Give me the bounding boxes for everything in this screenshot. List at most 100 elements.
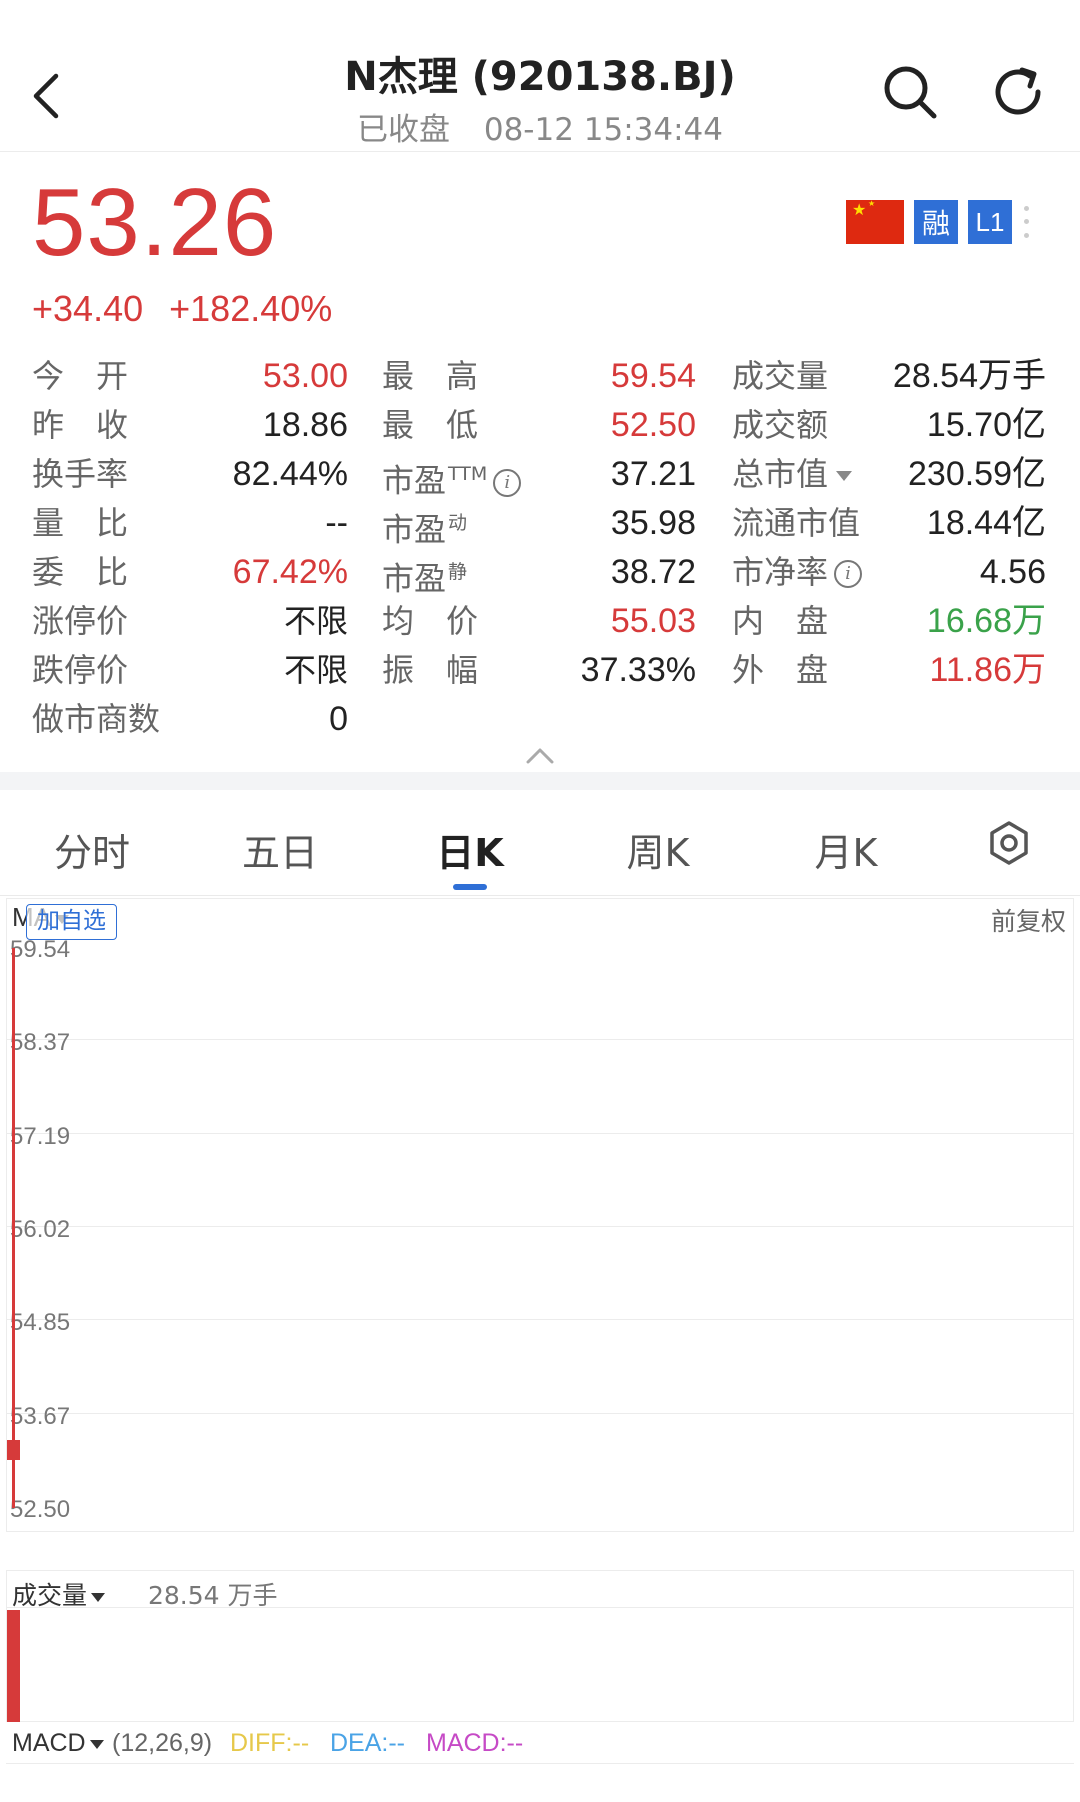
macd-macd-value: MACD:-- <box>426 1729 524 1757</box>
stat-value: 53.00 <box>262 357 348 395</box>
stats-row: 委 比 67.42% 市盈静 38.72 市净率 i 4.56 <box>0 548 1080 598</box>
china-flag-icon: ★ ★ <box>846 200 904 244</box>
stat-label: 换手率 <box>32 450 128 499</box>
stat-value: 16.68万 <box>926 602 1046 640</box>
section-divider <box>0 772 1080 790</box>
stat-value: 230.59亿 <box>908 455 1046 493</box>
tab-2[interactable]: 日K <box>400 822 540 877</box>
price-adjust-selector[interactable]: 前复权 <box>991 902 1066 938</box>
tab-4[interactable]: 月K <box>776 822 916 877</box>
y-axis-label: 56.02 <box>10 1216 71 1243</box>
macd-indicator-selector[interactable]: MACD <box>12 1722 104 1764</box>
stat-value: 55.03 <box>610 602 696 640</box>
chart-period-tabs <box>0 790 1080 896</box>
stat-label-text: 涨停价 <box>32 602 129 640</box>
caret-down-icon[interactable] <box>836 471 853 481</box>
stat-label: 委 比 <box>32 548 128 597</box>
grid-line <box>6 1412 1074 1414</box>
quote-timestamp: 08-12 15:34:44 <box>483 112 724 148</box>
grid-line <box>6 1039 1074 1041</box>
y-axis-label: 53.67 <box>10 1402 71 1430</box>
volume-bar <box>7 1610 20 1722</box>
stat-label-text: 最 高 <box>382 357 479 395</box>
y-axis-label: 57.19 <box>10 1122 71 1150</box>
stat-label-text: 均 价 <box>382 602 479 640</box>
candle-body[interactable] <box>7 1439 20 1461</box>
stat-value: 18.86 <box>262 406 348 444</box>
stats-row: 做市商数 0 <box>0 695 1080 744</box>
stat-label: 昨 收 <box>32 401 128 450</box>
tab-0[interactable]: 分时 <box>22 822 162 877</box>
info-icon[interactable]: i <box>834 560 863 588</box>
stat-label: 市盈 TTM i <box>382 450 522 506</box>
stats-row: 跌停价 不限振 幅 37.33% 外 盘 11.86万 <box>0 646 1080 695</box>
grid-line <box>6 1132 1074 1134</box>
level1-badge[interactable]: L1 <box>968 200 1012 244</box>
stat-label: 均 价 <box>382 597 478 646</box>
stat-value: 15.70亿 <box>926 406 1046 444</box>
stat-value: 37.21 <box>610 455 696 493</box>
search-icon[interactable] <box>880 62 940 122</box>
pe-type-superscript: 静 <box>448 561 468 583</box>
stat-label-text: 振 幅 <box>382 651 479 689</box>
stat-label-text: 委 比 <box>32 553 129 591</box>
more-vertical-icon[interactable] <box>1022 202 1030 242</box>
stat-label-text: 成交量 <box>732 357 829 395</box>
stat-label-text: 市净率 <box>732 553 829 591</box>
pe-type-superscript: 动 <box>448 512 468 534</box>
stat-label-text: 昨 收 <box>32 406 129 444</box>
stat-label: 做市商数 <box>32 695 160 744</box>
stat-value: 11.86万 <box>929 651 1046 689</box>
stats-row: 换手率 82.44% 市盈 TTM i 37.21 总市值 230.59亿 <box>0 450 1080 500</box>
caret-down-icon <box>91 1592 106 1602</box>
info-icon[interactable]: i <box>493 468 522 497</box>
tab-3[interactable]: 周K <box>588 822 728 877</box>
macd-panel-header: MACD (12,26,9) DIFF:-- DEA:-- MACD:-- <box>6 1722 1074 1764</box>
stat-label-text: 流通市值 <box>732 504 861 542</box>
top-nav-bar: N杰理 (920138.BJ) 已收盘 08-12 15:34:44 <box>0 0 1080 152</box>
stat-label-text: 市盈 <box>382 510 447 549</box>
stat-label: 振 幅 <box>382 646 478 695</box>
refresh-icon[interactable] <box>990 62 1050 122</box>
volume-indicator-selector[interactable]: 成交量 <box>12 1576 106 1612</box>
settings-hexagon-icon[interactable] <box>986 820 1032 866</box>
stat-label: 涨停价 <box>32 597 128 646</box>
margin-trading-badge[interactable]: 融 <box>914 200 958 244</box>
last-price: 53.26 <box>32 169 278 276</box>
add-to-watchlist-button[interactable]: 加自选 <box>26 904 117 940</box>
stat-value: 67.42% <box>232 553 348 591</box>
stat-label-text: 跌停价 <box>32 651 129 689</box>
stat-label-text: 内 盘 <box>732 602 829 640</box>
stat-value: 82.44% <box>232 455 348 493</box>
price-change: +34.40 +182.40% <box>32 288 358 330</box>
stat-label-text: 市盈 <box>382 461 447 500</box>
caret-down-icon <box>89 1739 104 1749</box>
stat-value: 0 <box>329 700 348 738</box>
stat-value: 18.44亿 <box>926 504 1046 542</box>
macd-label: MACD <box>12 1729 86 1757</box>
stat-label-text: 市盈 <box>382 559 447 598</box>
kline-chart[interactable] <box>6 898 1074 1532</box>
stats-row: 涨停价 不限均 价 55.03 内 盘 16.68万 <box>0 597 1080 646</box>
stat-label-text: 换手率 <box>32 455 129 493</box>
y-axis-label: 54.85 <box>10 1309 71 1337</box>
stat-label: 成交额 <box>732 401 828 450</box>
macd-diff-value: DIFF:-- <box>230 1729 310 1757</box>
stats-row: 今 开 53.00 最 高 59.54 成交量 28.54万手 <box>0 352 1080 401</box>
stat-label-text: 量 比 <box>32 504 129 542</box>
stat-label-text: 成交额 <box>732 406 829 444</box>
stat-label: 总市值 <box>732 450 853 499</box>
stat-label: 流通市值 <box>732 499 860 548</box>
tab-1[interactable]: 五日 <box>210 822 350 877</box>
stat-label: 最 高 <box>382 352 478 401</box>
y-axis-label: 58.37 <box>10 1029 71 1057</box>
stat-label: 今 开 <box>32 352 128 401</box>
grid-line <box>6 1319 1074 1321</box>
stat-label: 市盈动 <box>382 499 467 555</box>
chevron-up-icon[interactable] <box>524 744 556 766</box>
stat-value: 38.72 <box>610 553 696 591</box>
active-tab-indicator <box>453 884 487 890</box>
stat-label: 市净率 i <box>732 548 863 597</box>
stat-value: 不限 <box>283 602 348 640</box>
stats-row: 昨 收 18.86 最 低 52.50 成交额 15.70亿 <box>0 401 1080 450</box>
